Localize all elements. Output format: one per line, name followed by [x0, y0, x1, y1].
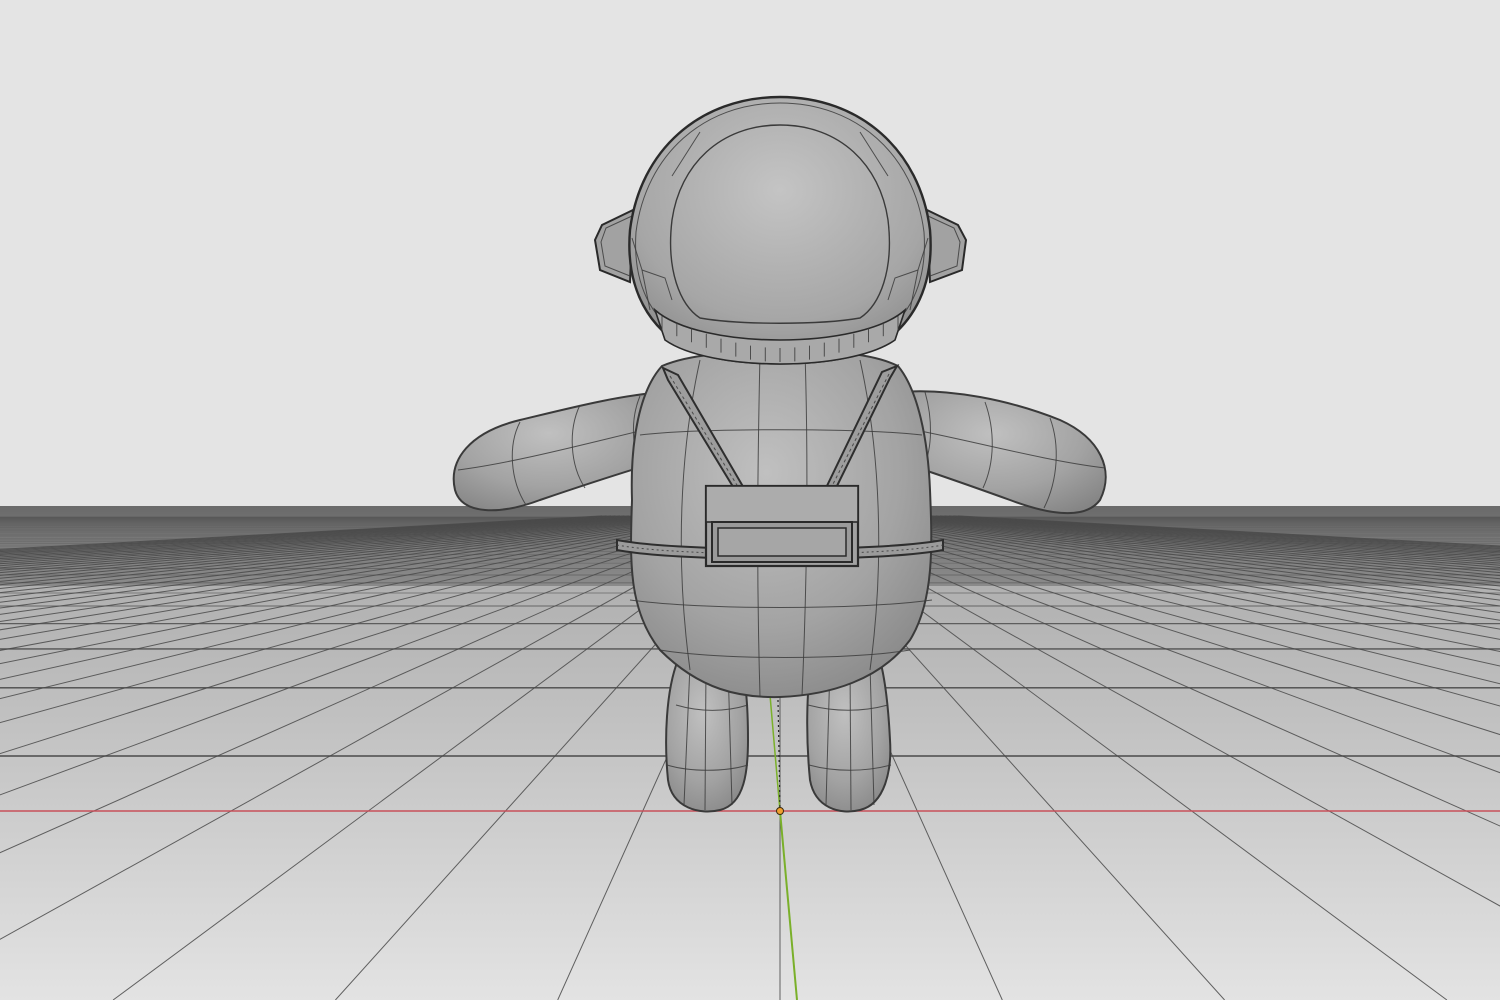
backpack[interactable] — [704, 484, 860, 568]
viewport-canvas[interactable] — [0, 0, 1500, 1000]
helmet[interactable] — [628, 95, 932, 365]
origin-marker-icon[interactable] — [776, 807, 784, 815]
3d-viewport[interactable] — [0, 0, 1500, 1000]
